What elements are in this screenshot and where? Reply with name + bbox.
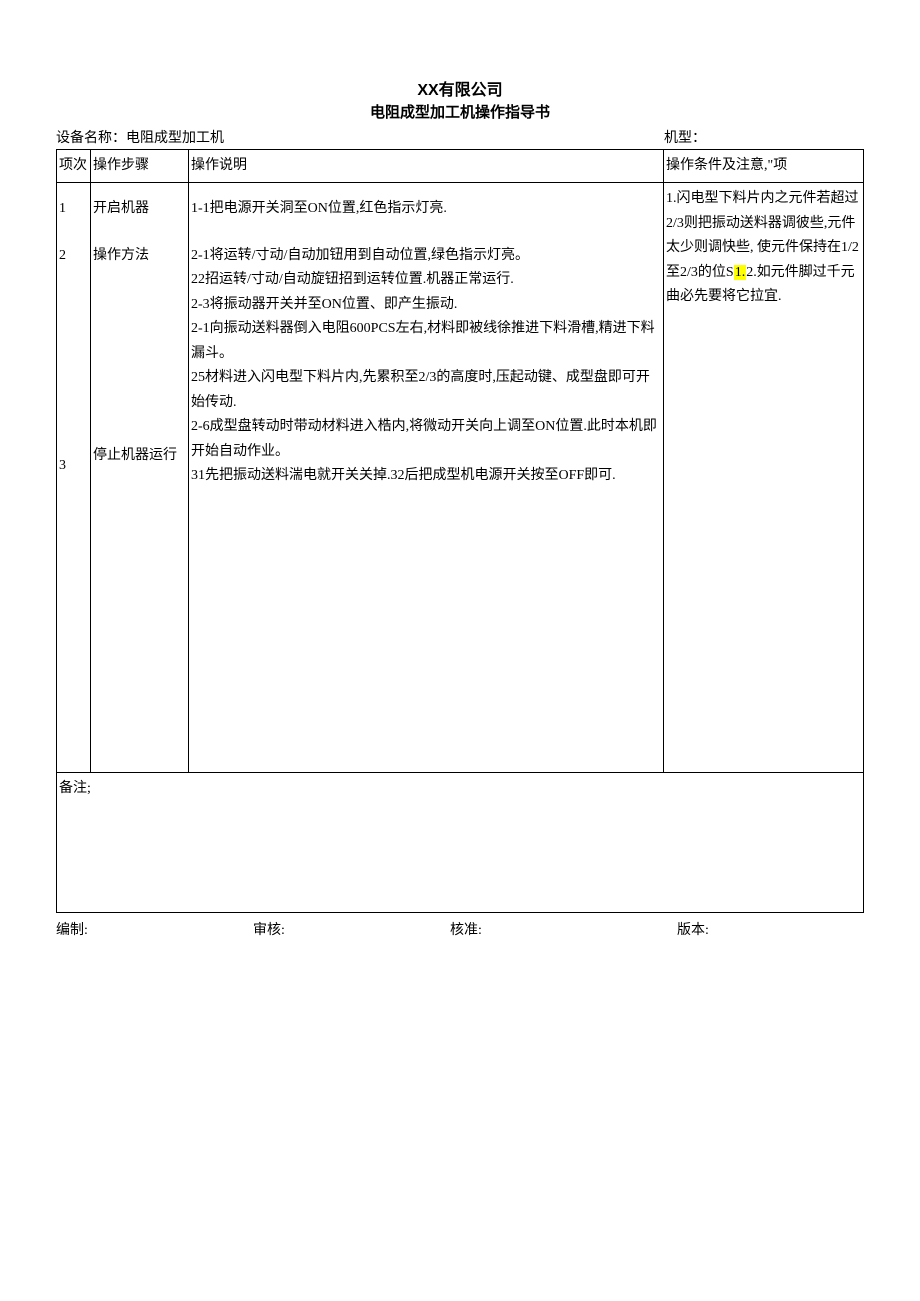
row-step: 开启机器 <box>93 197 186 222</box>
table-body: 1 2 3 开启机器 操作方法 停止机器运行 1-1把电源开关洞至ON位置,红色… <box>57 183 864 773</box>
model-label: 机型： <box>664 127 864 147</box>
condition-highlight: 1. <box>734 265 747 280</box>
row-desc: 31先把振动送料湍电就开关关掉.32后把成型机电源开关按至OFF即可. <box>191 464 661 489</box>
step-column: 开启机器 操作方法 停止机器运行 <box>91 183 189 773</box>
footer-version: 版本: <box>637 919 864 939</box>
col-header-index: 项次 <box>57 150 91 183</box>
footer-made-by: 编制: <box>56 919 243 939</box>
doc-subtitle: 电阻成型加工机操作指导书 <box>56 102 864 123</box>
col-header-step: 操作步骤 <box>91 150 189 183</box>
cond-column: 1.闪电型下料片内之元件若超过2/3则把振动送料器调彼些,元件太少则调快些, 使… <box>664 183 864 773</box>
doc-footer: 编制: 审核: 核准: 版本: <box>56 919 864 939</box>
remarks-label: 备注; <box>59 781 91 796</box>
col-header-desc: 操作说明 <box>189 150 664 183</box>
equipment-name: 设备名称：电阻成型加工机 <box>56 127 224 147</box>
footer-approved-by: 核准: <box>450 919 637 939</box>
remarks-row: 备注; <box>57 773 864 913</box>
footer-reviewed-by: 审核: <box>253 919 440 939</box>
doc-title: XX有限公司 <box>56 80 864 102</box>
row-index: 2 <box>59 244 88 269</box>
col-header-cond: 操作条件及注意,"项 <box>664 150 864 183</box>
row-step: 停止机器运行 <box>93 444 186 469</box>
row-step: 操作方法 <box>93 244 186 269</box>
desc-column: 1-1把电源开关洞至ON位置,红色指示灯亮. 2-1将运转/寸动/自动加钮用到自… <box>189 183 664 773</box>
operation-table: 项次 操作步骤 操作说明 操作条件及注意,"项 1 2 3 开启机器 操作方法 … <box>56 149 864 913</box>
index-column: 1 2 3 <box>57 183 91 773</box>
row-index: 1 <box>59 197 88 222</box>
table-header-row: 项次 操作步骤 操作说明 操作条件及注意,"项 <box>57 150 864 183</box>
row-desc: 1-1把电源开关洞至ON位置,红色指示灯亮. <box>191 197 661 222</box>
row-desc: 2-1将运转/寸动/自动加钮用到自动位置,绿色指示灯亮。 22招运转/寸动/自动… <box>191 244 661 465</box>
doc-header-line: 设备名称：电阻成型加工机 机型： <box>56 127 864 147</box>
row-index: 3 <box>59 454 88 479</box>
remarks-cell: 备注; <box>57 773 864 913</box>
